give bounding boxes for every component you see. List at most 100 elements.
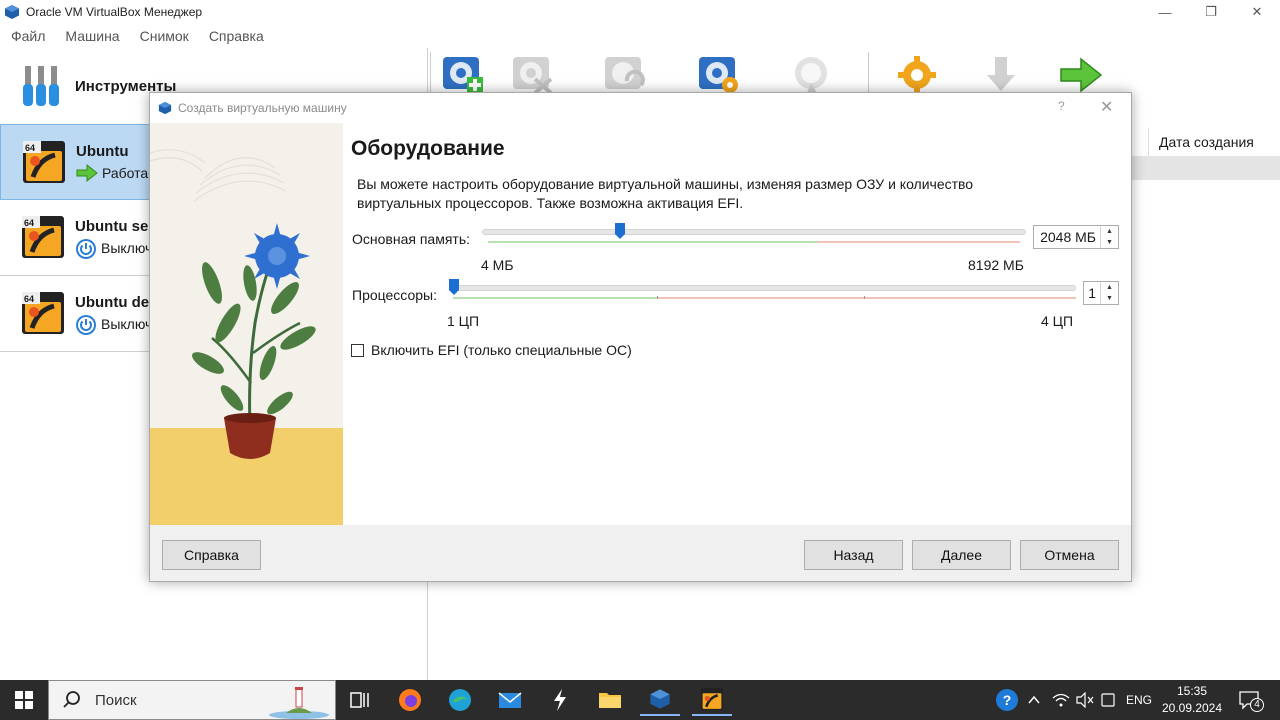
tray-overflow-button[interactable] (1028, 680, 1040, 720)
vm-state: Выключ (101, 316, 153, 332)
page-description: Вы можете настроить оборудование виртуал… (357, 176, 974, 211)
efi-label: Включить EFI (только специальные ОС) (371, 342, 632, 358)
cpu-max-label: 4 ЦП (1041, 313, 1074, 329)
restore-button[interactable]: ❐ (1188, 0, 1234, 24)
memory-slider-handle[interactable] (615, 223, 625, 239)
folder-icon (599, 693, 621, 708)
spin-down-icon[interactable]: ▼ (1101, 237, 1118, 248)
help-icon[interactable]: ? (1058, 99, 1065, 113)
device-tray-icon[interactable] (1100, 680, 1116, 720)
vm-badge: 64 (24, 294, 35, 304)
close-icon[interactable]: ✕ (1100, 97, 1113, 117)
spin-up-icon[interactable]: ▲ (1101, 282, 1118, 293)
memory-max-label: 8192 МБ (968, 257, 1024, 273)
discard-icon (605, 57, 645, 89)
vm-state: Выключ (101, 240, 153, 256)
memory-spinbox[interactable]: 2048 МБ ▲ ▼ (1033, 225, 1119, 249)
add-vm-icon (513, 57, 553, 95)
ubuntu-vm-icon (701, 688, 723, 710)
vm-name: Ubuntu se (75, 218, 149, 235)
efi-checkbox-row[interactable]: Включить EFI (только специальные ОС) (351, 342, 632, 358)
help-button[interactable]: Справка (162, 540, 261, 570)
explorer-taskbar-button[interactable] (590, 684, 630, 716)
dialog-body: Оборудование Вы можете настроить оборудо… (150, 123, 1131, 525)
dialog-title: Создать виртуальную машину (178, 101, 347, 115)
tablet-icon (1101, 693, 1115, 707)
virtualbox-icon (5, 5, 19, 19)
vm-taskbar-button[interactable] (692, 684, 732, 716)
virtualbox-taskbar-button[interactable] (640, 684, 680, 716)
tools-icon (23, 66, 59, 106)
notification-count: 4 (1250, 698, 1264, 712)
create-vm-dialog: Создать виртуальную машину ? ✕ Оборудова… (149, 92, 1132, 582)
start-button[interactable] (0, 680, 48, 720)
menu-file[interactable]: Файл (11, 28, 45, 44)
vm-settings-icon (699, 57, 738, 93)
cpu-spinbox[interactable]: 1 ▲ ▼ (1083, 281, 1119, 305)
task-view-button[interactable] (340, 684, 380, 716)
memory-slider-scale (488, 241, 1020, 243)
taskbar-clock[interactable]: 15:35 20.09.2024 (1152, 683, 1232, 717)
svg-text:?: ? (1003, 692, 1012, 708)
vm-name: Ubuntu (76, 143, 129, 160)
menu-machine[interactable]: Машина (65, 28, 119, 44)
help-tray-icon[interactable]: ? (995, 680, 1019, 720)
cpu-value: 1 (1088, 285, 1096, 301)
new-vm-icon (443, 57, 483, 93)
close-button[interactable]: ✕ (1234, 0, 1280, 24)
next-button[interactable]: Далее (912, 540, 1011, 570)
menu-bar: Файл Машина Снимок Справка (0, 24, 1280, 48)
network-tray-icon[interactable] (1052, 680, 1070, 720)
language-indicator[interactable]: ENG (1126, 680, 1152, 720)
cancel-button[interactable]: Отмена (1020, 540, 1119, 570)
cpu-slider-scale (453, 296, 1076, 299)
running-arrow-icon (76, 163, 98, 183)
back-button[interactable]: Назад (804, 540, 903, 570)
edge-icon (449, 689, 471, 711)
dialog-titlebar: Создать виртуальную машину ? ✕ (150, 93, 1131, 123)
spin-down-icon[interactable]: ▼ (1101, 293, 1118, 304)
mail-taskbar-button[interactable] (490, 684, 530, 716)
search-icon (63, 691, 80, 708)
windows-logo-icon (15, 691, 33, 709)
power-off-icon (76, 239, 96, 259)
cpu-label: Процессоры: (352, 287, 437, 303)
page-title: Оборудование (351, 137, 505, 160)
column-header-created[interactable]: Дата создания (1148, 128, 1276, 156)
firefox-taskbar-button[interactable] (390, 684, 430, 716)
gear-icon (898, 56, 936, 94)
cpu-slider-handle[interactable] (449, 279, 459, 295)
plant-illustration (150, 123, 343, 525)
virtualbox-icon (158, 101, 172, 115)
cpu-slider[interactable] (453, 285, 1076, 291)
volume-tray-icon[interactable] (1076, 680, 1094, 720)
task-view-icon (350, 692, 369, 708)
memory-value: 2048 МБ (1040, 229, 1096, 245)
vm-badge: 64 (24, 218, 35, 228)
memory-slider[interactable] (482, 229, 1026, 235)
notifications-button[interactable]: 4 (1238, 680, 1264, 720)
lightning-icon (554, 689, 566, 711)
show-vm-icon (795, 57, 827, 93)
window-titlebar: Oracle VM VirtualBox Менеджер — ❐ ✕ (0, 0, 1280, 24)
taskbar-search[interactable]: Поиск (48, 680, 336, 720)
memory-label: Основная память: (352, 231, 471, 247)
minimize-button[interactable]: — (1142, 0, 1188, 24)
power-off-icon (76, 315, 96, 335)
app-taskbar-button[interactable] (540, 684, 580, 716)
speaker-muted-icon (1076, 692, 1094, 708)
spin-up-icon[interactable]: ▲ (1101, 226, 1118, 237)
help-circle-icon: ? (996, 689, 1018, 711)
slider-handle-icon (615, 223, 625, 239)
vm-badge: 64 (25, 143, 36, 153)
edge-taskbar-button[interactable] (440, 684, 480, 716)
menu-snapshot[interactable]: Снимок (140, 28, 189, 44)
wifi-icon (1052, 693, 1070, 707)
efi-checkbox[interactable] (351, 343, 364, 357)
import-arrow-icon (987, 57, 1015, 91)
search-placeholder: Поиск (95, 691, 137, 709)
memory-min-label: 4 МБ (481, 257, 514, 273)
wizard-illustration (150, 123, 343, 525)
mail-icon (498, 692, 522, 708)
menu-help[interactable]: Справка (209, 28, 264, 44)
